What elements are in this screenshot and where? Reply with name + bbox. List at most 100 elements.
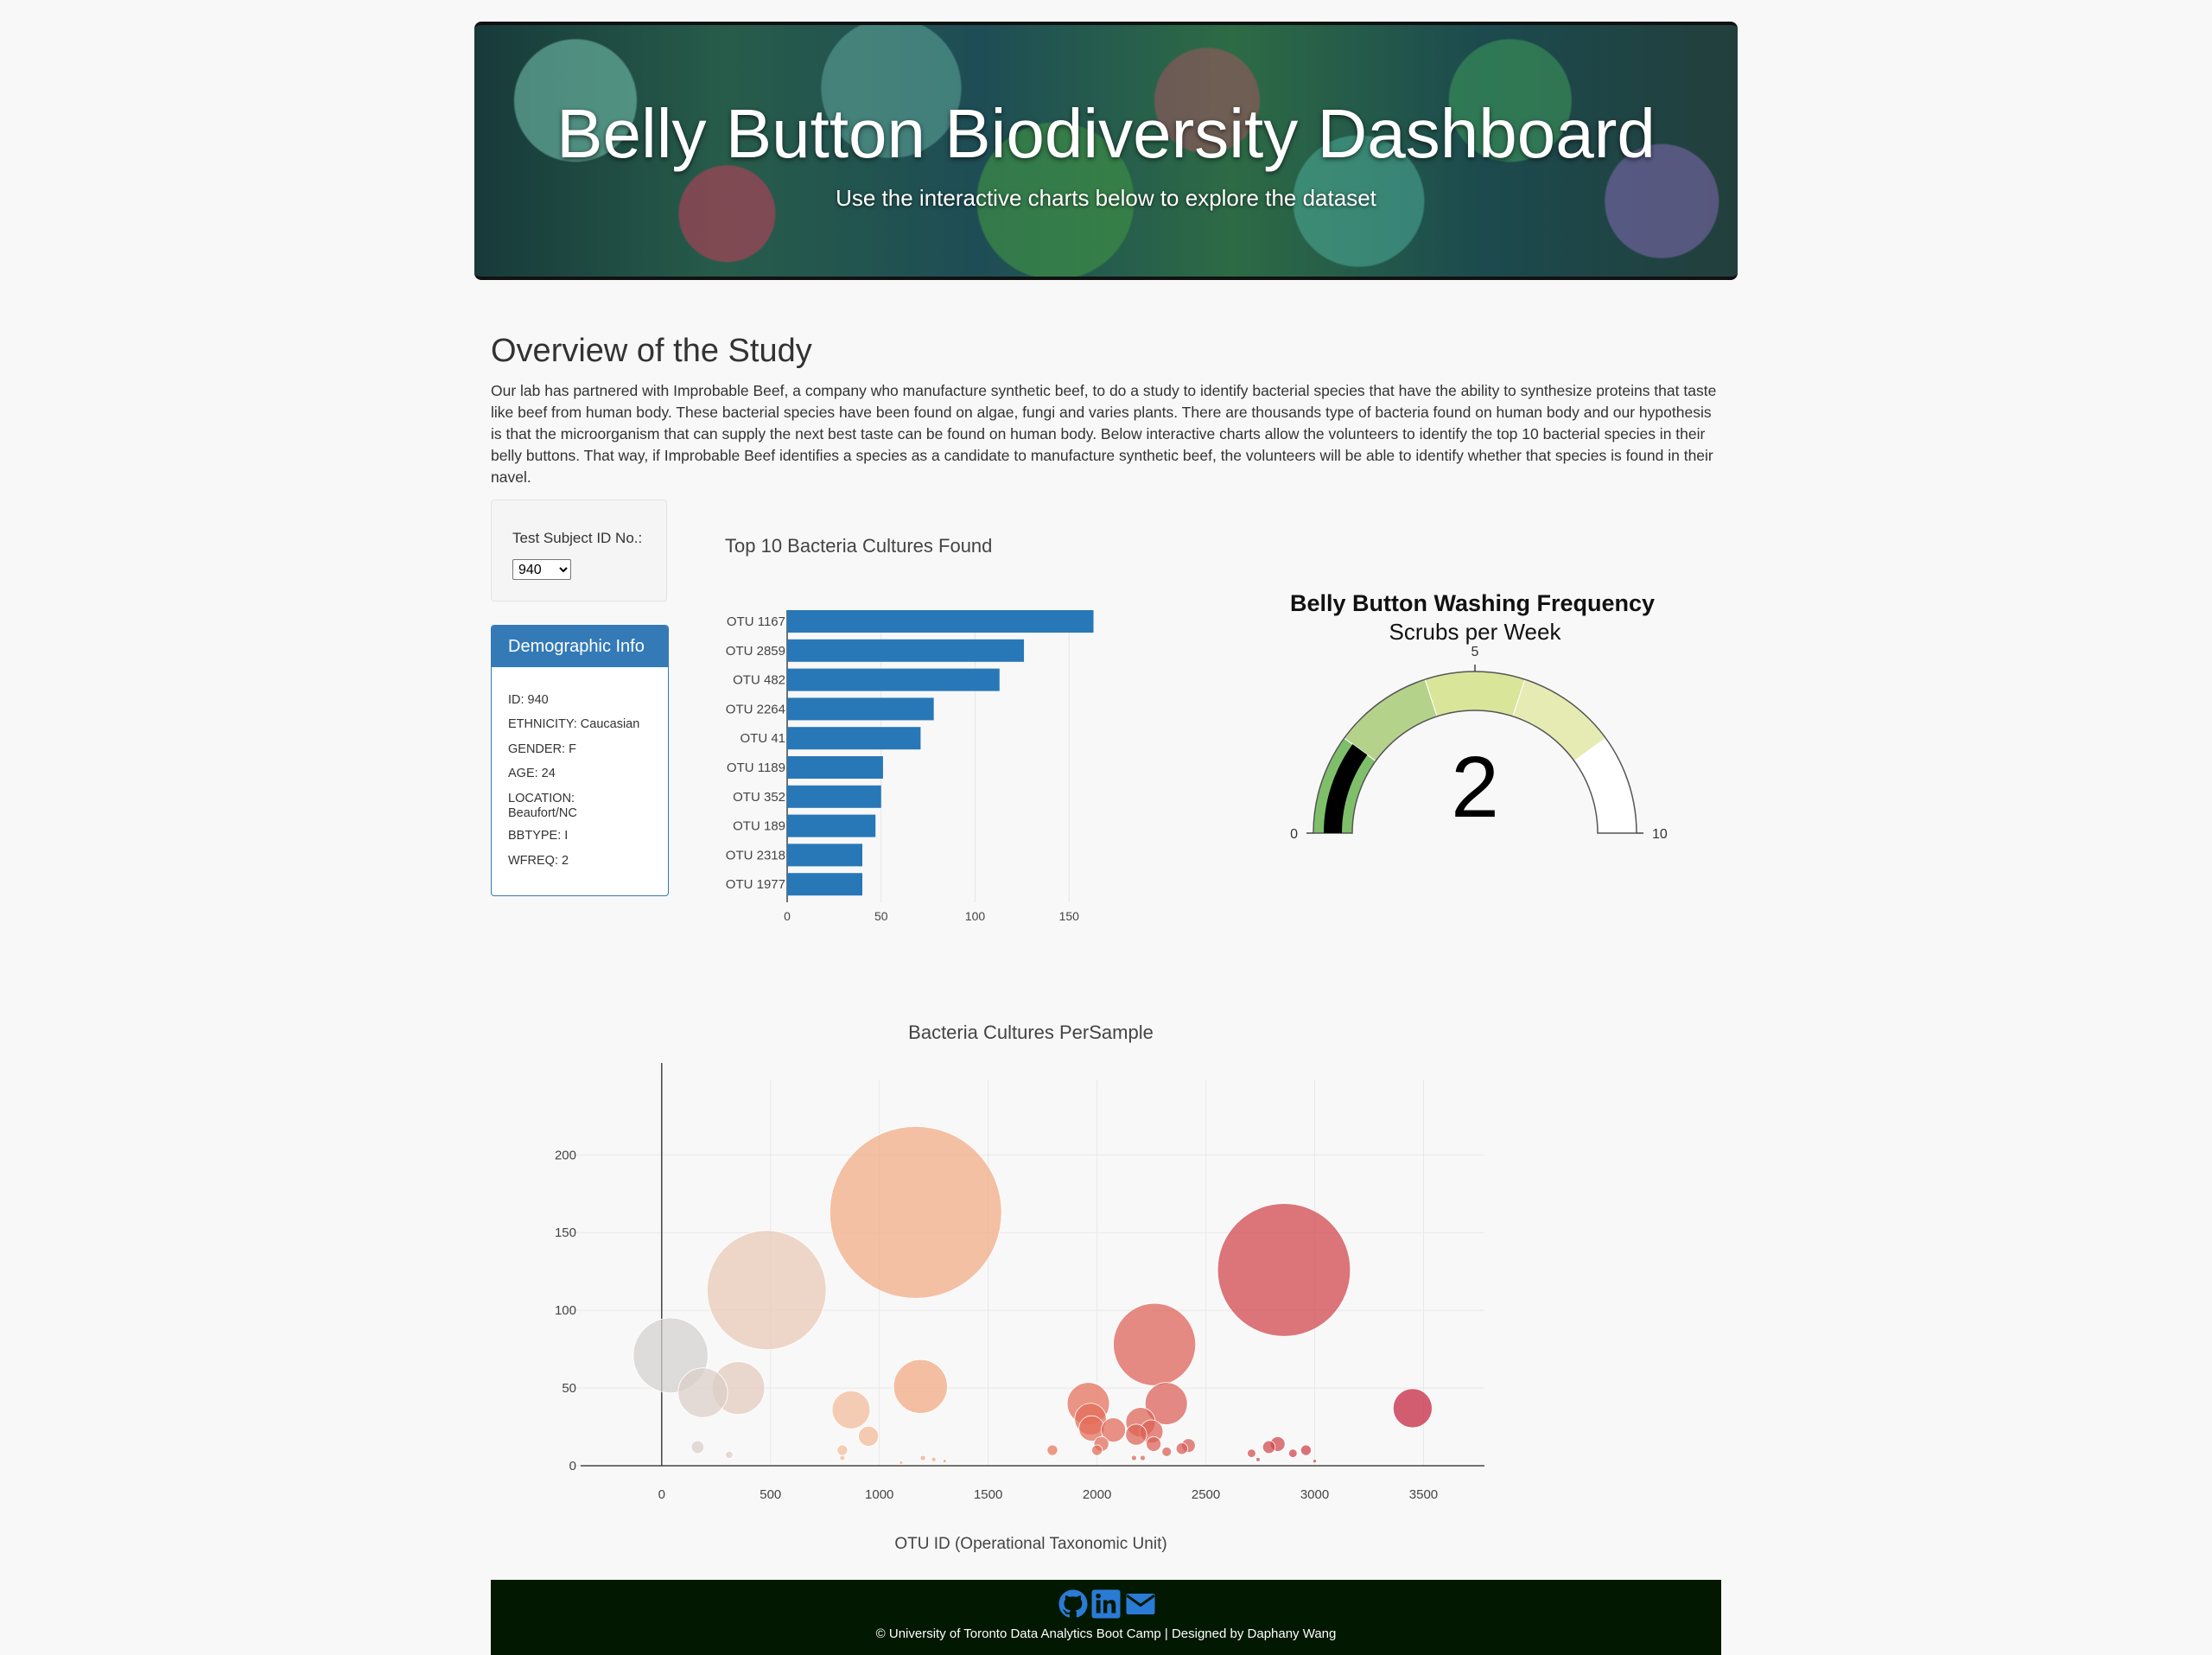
bubble-point[interactable] [1146, 1435, 1162, 1452]
bubble-point[interactable] [1247, 1448, 1256, 1458]
bubble-point[interactable] [829, 1126, 1002, 1299]
bubble-point[interactable] [831, 1390, 871, 1429]
gauge-band [1424, 671, 1526, 717]
bubble-point[interactable] [690, 1440, 705, 1454]
bubble-point[interactable] [1300, 1444, 1312, 1456]
demographic-location: LOCATION: Beaufort/NC [508, 792, 577, 820]
bubble-x-tick-label: 3000 [1300, 1487, 1329, 1502]
bubble-point[interactable] [1288, 1448, 1298, 1458]
bar-x-tick-label: 100 [965, 909, 986, 923]
bar[interactable] [787, 727, 921, 750]
bar[interactable] [787, 668, 1000, 691]
subject-selector-panel: Test Subject ID No.: 940 [491, 500, 667, 602]
page-subtitle: Use the interactive charts below to expl… [836, 185, 1376, 211]
bubble-y-tick-label: 150 [555, 1225, 576, 1240]
subject-id-select[interactable]: 940 [512, 559, 571, 580]
bubble-point[interactable] [1217, 1203, 1351, 1337]
demographic-ethnicity: ETHNICITY: Caucasian [508, 717, 640, 731]
bar[interactable] [787, 814, 876, 837]
bubble-point[interactable] [836, 1444, 849, 1456]
top10-bar-chart: Top 10 Bacteria Cultures Found OTU 1167 O… [725, 535, 1094, 923]
bubble-point[interactable] [1125, 1423, 1147, 1446]
bubble-chart: Bacteria Cultures PerSample 0 500 1000 1500… [555, 1022, 1484, 1553]
demographic-panel: Demographic Info ID: 940 ETHNICITY: Cauc… [491, 625, 669, 896]
bubble-point[interactable] [1046, 1444, 1058, 1456]
bar-category-label: OTU 1977 [726, 877, 785, 892]
bar-category-label: OTU 1167 [727, 614, 785, 629]
bar-category-label: OTU 352 [733, 790, 785, 805]
bar-category-label: OTU 2318 [726, 848, 785, 863]
page-title: Belly Button Biodiversity Dashboard [556, 95, 1656, 172]
footer-credits: © University of Toronto Data Analytics B… [875, 1626, 1337, 1641]
gauge-tick-label: 5 [1471, 645, 1479, 659]
bubble-point[interactable] [1175, 1442, 1188, 1455]
gauge-tick-label: 0 [1290, 827, 1298, 842]
bar-category-label: OTU 1189 [727, 761, 785, 775]
bubble-x-tick-label: 0 [658, 1487, 665, 1502]
bubble-x-tick-label: 3500 [1409, 1487, 1438, 1502]
bubble-point[interactable] [1313, 1459, 1317, 1464]
bubble-point[interactable] [919, 1454, 926, 1461]
overview-text: Our lab has partnered with Improbable Be… [491, 382, 1717, 486]
bubble-point[interactable] [942, 1459, 947, 1464]
demographic-wfreq: WFREQ: 2 [508, 854, 569, 868]
bar[interactable] [787, 873, 862, 896]
bubble-x-tick-label: 2500 [1192, 1487, 1220, 1502]
bubble-x-tick-label: 2000 [1083, 1487, 1111, 1502]
demographic-gender: GENDER: F [508, 742, 576, 756]
bar[interactable] [787, 785, 881, 808]
bubble-point[interactable] [899, 1461, 904, 1465]
demographic-bbtype: BBTYPE: I [508, 829, 569, 843]
demographic-id: ID: 940 [508, 693, 549, 707]
bar-category-label: OTU 41 [740, 731, 785, 746]
bubble-y-tick-label: 100 [555, 1303, 576, 1318]
bar[interactable] [787, 610, 1094, 633]
bubble-point[interactable] [931, 1456, 937, 1462]
linkedin-icon[interactable] [1090, 1588, 1122, 1620]
bubble-y-tick-label: 200 [555, 1148, 576, 1162]
bubble-x-tick-label: 500 [760, 1487, 781, 1502]
bar[interactable] [787, 697, 934, 721]
gauge-tick-label: 10 [1652, 827, 1668, 842]
bar-category-label: OTU 189 [733, 819, 785, 834]
bubble-y-tick-label: 0 [569, 1459, 576, 1474]
bubble-point[interactable] [1130, 1454, 1137, 1461]
bubble-x-tick-label: 1500 [974, 1487, 1002, 1502]
bubble-point[interactable] [839, 1454, 846, 1461]
email-icon[interactable] [1125, 1588, 1156, 1620]
bar[interactable] [787, 843, 862, 867]
bar[interactable] [787, 639, 1025, 662]
bubble-y-tick-label: 50 [562, 1381, 576, 1396]
bubble-point[interactable] [893, 1359, 948, 1414]
bubble-x-tick-label: 1000 [865, 1487, 893, 1502]
bar-category-label: OTU 482 [733, 673, 785, 688]
footer: © University of Toronto Data Analytics B… [491, 1580, 1721, 1655]
washing-frequency-gauge: Belly Button Washing Frequency Scrubs pe… [1290, 590, 1668, 842]
bubble-point[interactable] [725, 1450, 734, 1460]
demographic-age: AGE: 24 [508, 767, 556, 780]
gauge-value: 2 [1451, 739, 1499, 836]
bubble-point[interactable] [1262, 1440, 1276, 1454]
bubble-chart-title: Bacteria Cultures PerSample [908, 1022, 1154, 1043]
bar-category-label: OTU 2859 [726, 644, 785, 659]
bubble-point[interactable] [1113, 1302, 1197, 1386]
bar[interactable] [787, 756, 883, 779]
bubble-point[interactable] [1091, 1444, 1103, 1456]
github-icon[interactable] [1058, 1588, 1089, 1620]
bubble-point[interactable] [1140, 1454, 1146, 1461]
bar-x-tick-label: 150 [1059, 909, 1080, 923]
demographic-panel-title: Demographic Info [492, 626, 668, 667]
subject-selector-label: Test Subject ID No.: [512, 530, 643, 546]
bubble-point[interactable] [1161, 1446, 1173, 1457]
bubble-point[interactable] [706, 1230, 827, 1351]
gauge-title: Belly Button Washing Frequency [1290, 590, 1655, 616]
bubble-point[interactable] [858, 1425, 880, 1447]
gauge-subtitle: Scrubs per Week [1389, 619, 1562, 645]
bubble-point[interactable] [677, 1367, 728, 1418]
header-banner: Belly Button Biodiversity Dashboard Use … [474, 22, 1738, 280]
bubble-point[interactable] [1255, 1456, 1261, 1462]
bubble-point[interactable] [1392, 1388, 1433, 1429]
bar-category-label: OTU 2264 [726, 702, 785, 716]
bar-chart-title: Top 10 Bacteria Cultures Found [725, 535, 992, 557]
bar-x-tick-label: 0 [784, 909, 791, 923]
